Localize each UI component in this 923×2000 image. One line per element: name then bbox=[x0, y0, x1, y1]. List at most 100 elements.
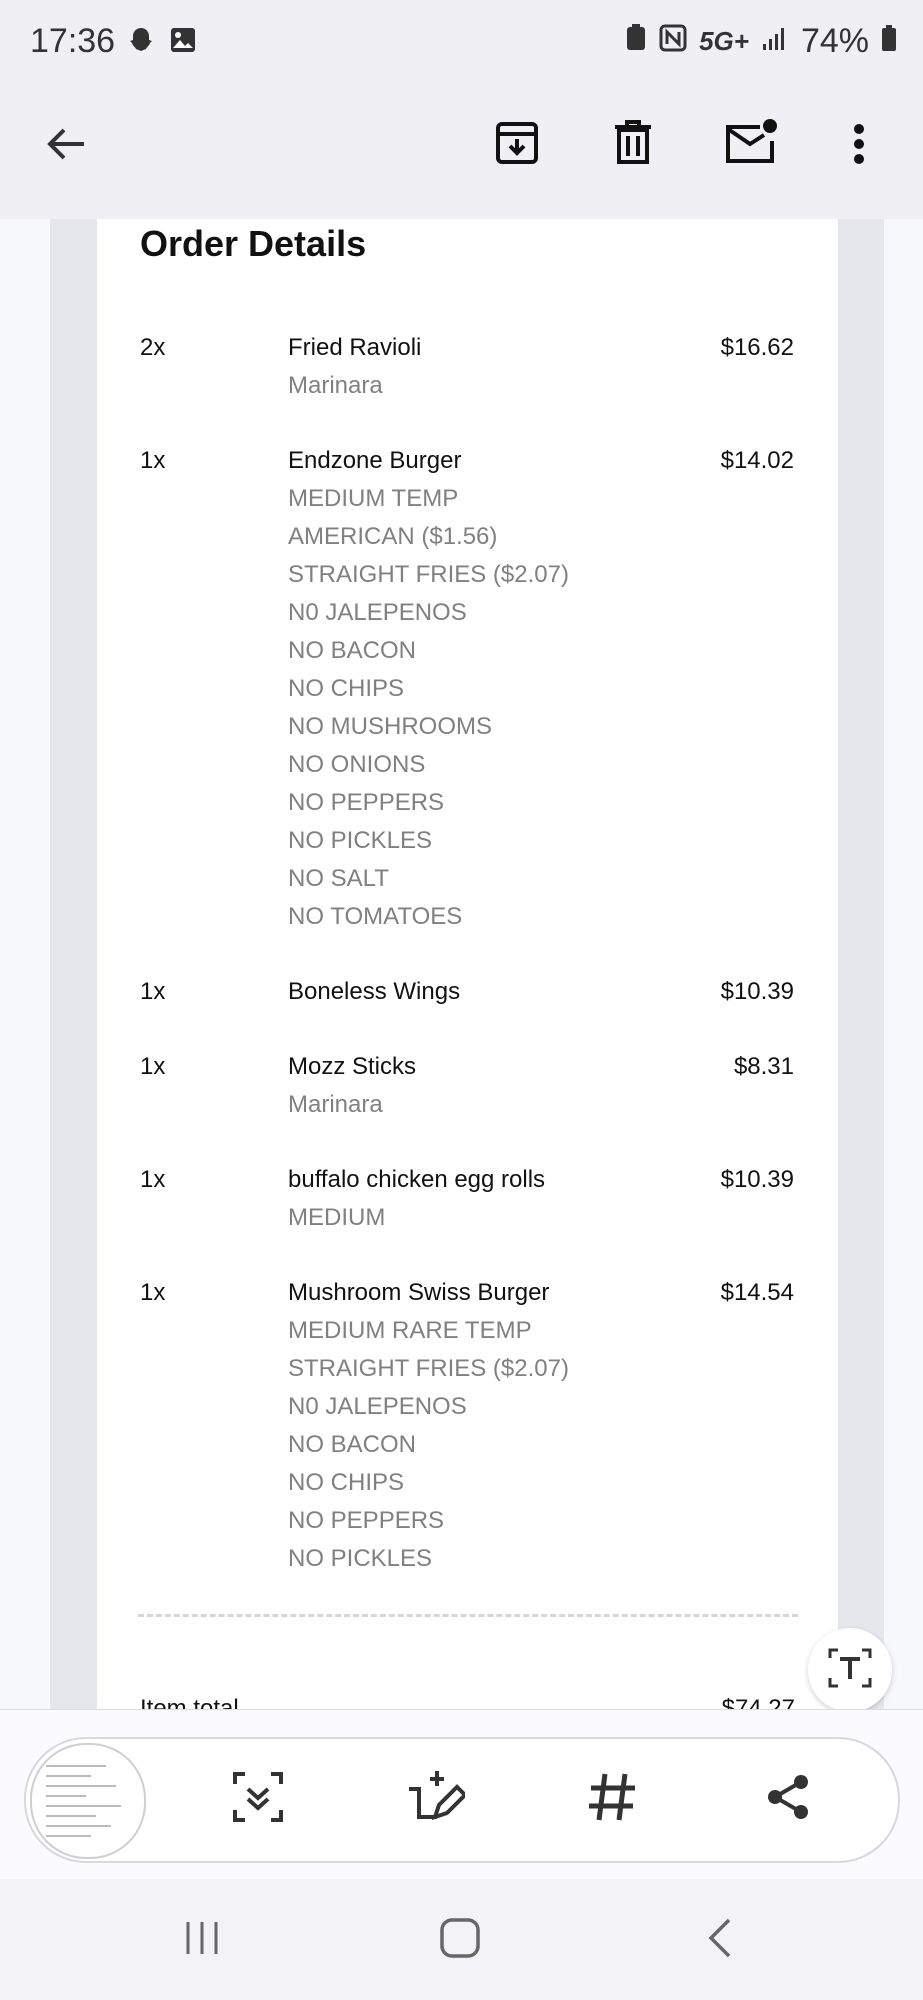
screenshot-toolbar bbox=[24, 1737, 900, 1863]
item-modifier: NO SALT bbox=[288, 865, 389, 892]
system-nav-bar bbox=[0, 1879, 923, 2000]
share-icon bbox=[763, 1772, 813, 1827]
item-price: $16.62 bbox=[720, 334, 794, 361]
item-price: $14.02 bbox=[720, 447, 794, 474]
item-quantity: 1x bbox=[140, 1279, 166, 1306]
item-modifier: NO PEPPERS bbox=[288, 1507, 445, 1534]
item-modifier: STRAIGHT FRIES ($2.07) bbox=[288, 1355, 569, 1382]
chevron-left-icon bbox=[705, 1917, 735, 1964]
item-quantity: 2x bbox=[140, 334, 166, 361]
order-item: 1x buffalo chicken egg rolls $10.39 MEDIUM bbox=[140, 1161, 794, 1237]
screenshot-thumbnail[interactable] bbox=[30, 1743, 146, 1859]
receipt-card: Order Details 2x Fried Ravioli $16.62 Marin… bbox=[97, 219, 838, 1709]
item-modifier: NO BACON bbox=[288, 637, 417, 664]
item-modifier: NO BACON bbox=[288, 1431, 417, 1458]
hashtag-icon bbox=[585, 1770, 639, 1829]
status-right: 5G+ 74% bbox=[625, 22, 897, 61]
back-arrow-icon bbox=[44, 122, 88, 171]
more-options-button[interactable] bbox=[834, 116, 884, 176]
mark-unread-button[interactable] bbox=[719, 112, 783, 176]
battery-percent: 74% bbox=[800, 22, 869, 60]
order-item: 1x Mozz Sticks $8.31 Marinara bbox=[140, 1048, 794, 1124]
order-items-list: 2x Fried Ravioli $16.62 Marinara 1x Endzone B… bbox=[140, 329, 794, 1615]
item-modifier: NO PICKLES bbox=[288, 1545, 433, 1572]
item-modifier: MEDIUM TEMP bbox=[288, 485, 459, 512]
status-notification-icons bbox=[127, 26, 197, 61]
item-quantity: 1x bbox=[140, 447, 166, 474]
status-time: 17:36 bbox=[30, 22, 116, 60]
item-price: $8.31 bbox=[733, 1053, 794, 1080]
item-price: $14.54 bbox=[720, 1279, 794, 1306]
item-price: $10.39 bbox=[720, 1166, 794, 1193]
item-price: $10.39 bbox=[720, 978, 794, 1005]
item-name: buffalo chicken egg rolls bbox=[288, 1166, 546, 1193]
item-modifier: NO MUSHROOMS bbox=[288, 713, 492, 740]
back-button[interactable] bbox=[36, 116, 96, 176]
item-quantity: 1x bbox=[140, 1166, 166, 1193]
order-item-row: 1x Mozz Sticks $8.31 bbox=[140, 1048, 794, 1086]
home-button[interactable] bbox=[430, 1915, 490, 1965]
tag-button[interactable] bbox=[580, 1767, 644, 1831]
crop-edit-icon bbox=[405, 1767, 468, 1832]
order-item: 1x Boneless Wings $10.39 bbox=[140, 973, 794, 1011]
item-modifier: NO TOMATOES bbox=[288, 903, 463, 930]
item-name: Mushroom Swiss Burger bbox=[288, 1279, 550, 1306]
item-name: Fried Ravioli bbox=[288, 334, 422, 361]
trash-icon bbox=[611, 118, 655, 171]
battery-icon bbox=[881, 22, 897, 61]
recents-icon bbox=[182, 1918, 222, 1963]
archive-icon bbox=[493, 118, 541, 171]
subtotal-label: Item total bbox=[140, 1695, 239, 1709]
battery-saver-icon bbox=[625, 22, 647, 61]
order-item-row: 2x Fried Ravioli $16.62 bbox=[140, 329, 794, 367]
order-item: 1x Endzone Burger $14.02 MEDIUM TEMP AMERICA… bbox=[140, 442, 794, 936]
status-bar: 17:36 5G+ 74% bbox=[0, 0, 923, 86]
subtotal-price: $74.27 bbox=[721, 1695, 795, 1709]
item-modifier: Marinara bbox=[288, 372, 383, 399]
dashed-divider bbox=[138, 1614, 798, 1617]
item-modifier: AMERICAN ($1.56) bbox=[288, 523, 498, 550]
draw-crop-button[interactable] bbox=[403, 1767, 468, 1832]
item-modifier: NO PICKLES bbox=[288, 827, 433, 854]
item-modifier: MEDIUM RARE TEMP bbox=[288, 1317, 532, 1344]
archive-button[interactable] bbox=[487, 114, 547, 174]
nav-back-button[interactable] bbox=[690, 1915, 750, 1965]
order-item-row: 1x Boneless Wings $10.39 bbox=[140, 973, 794, 1011]
share-button[interactable] bbox=[756, 1767, 820, 1831]
item-quantity: 1x bbox=[140, 1053, 166, 1080]
scroll-capture-icon bbox=[231, 1770, 285, 1829]
snapchat-icon bbox=[127, 26, 155, 61]
item-modifier: N0 JALEPENOS bbox=[288, 1393, 467, 1420]
item-name: Mozz Sticks bbox=[288, 1053, 417, 1080]
nfc-icon bbox=[659, 22, 687, 61]
scroll-capture-button[interactable] bbox=[226, 1767, 290, 1831]
item-modifier: MEDIUM bbox=[288, 1204, 386, 1231]
order-item: 1x Mushroom Swiss Burger $14.54 MEDIUM RARE… bbox=[140, 1274, 794, 1578]
item-modifier: NO CHIPS bbox=[288, 1469, 405, 1496]
extract-text-button[interactable] bbox=[808, 1628, 892, 1709]
order-details-title: Order Details bbox=[140, 223, 367, 264]
network-type: 5G+ bbox=[699, 26, 749, 56]
text-extract-icon bbox=[827, 1645, 873, 1696]
order-item: 2x Fried Ravioli $16.62 Marinara bbox=[140, 329, 794, 405]
delete-button[interactable] bbox=[603, 114, 663, 174]
item-name: Endzone Burger bbox=[288, 447, 462, 474]
screenshot-toolbar-area bbox=[0, 1709, 923, 1880]
item-quantity: 1x bbox=[140, 978, 166, 1005]
email-body[interactable]: Order Details 2x Fried Ravioli $16.62 Marin… bbox=[0, 219, 923, 1709]
item-modifier: Marinara bbox=[288, 1091, 383, 1118]
item-modifier: NO PEPPERS bbox=[288, 789, 445, 816]
order-item-row: 1x Mushroom Swiss Burger $14.54 bbox=[140, 1274, 794, 1312]
item-modifier: STRAIGHT FRIES ($2.07) bbox=[288, 561, 569, 588]
more-vert-icon bbox=[853, 123, 865, 170]
order-item-row: 1x buffalo chicken egg rolls $10.39 bbox=[140, 1161, 794, 1199]
gallery-icon bbox=[169, 26, 197, 61]
item-modifier: N0 JALEPENOS bbox=[288, 599, 467, 626]
order-item-row: 1x Endzone Burger $14.02 bbox=[140, 442, 794, 480]
item-modifier: NO ONIONS bbox=[288, 751, 426, 778]
email-app-bar bbox=[0, 86, 923, 219]
item-modifier: NO CHIPS bbox=[288, 675, 405, 702]
item-name: Boneless Wings bbox=[288, 978, 461, 1005]
recent-apps-button[interactable] bbox=[172, 1915, 232, 1965]
home-icon bbox=[439, 1917, 481, 1964]
